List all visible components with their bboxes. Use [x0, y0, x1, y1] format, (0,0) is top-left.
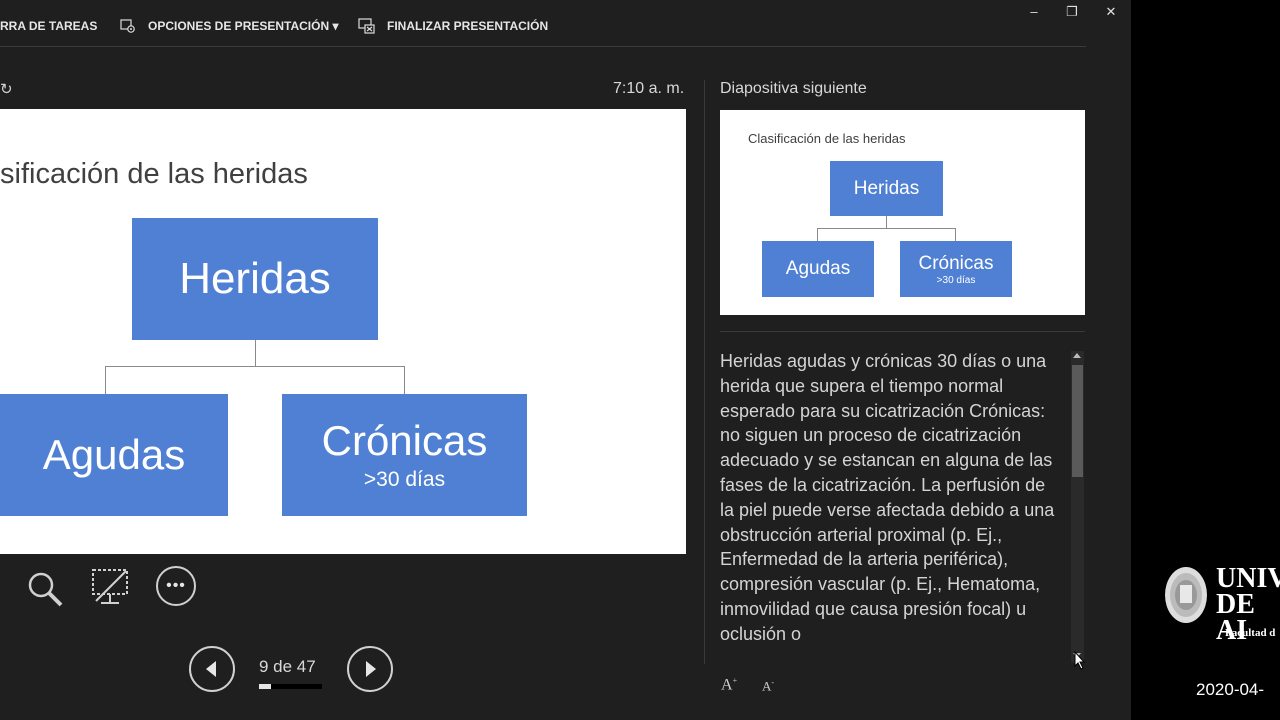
next-slide-preview[interactable]: Clasificación de las heridas Heridas Agu…: [720, 110, 1085, 315]
speaker-notes[interactable]: Heridas agudas y crónicas 30 días o una …: [720, 349, 1062, 662]
preview-child-agudas: Agudas: [762, 241, 874, 297]
connector: [404, 366, 405, 394]
preview-connector: [886, 216, 887, 228]
preview-child-label: Crónicas: [918, 252, 994, 274]
next-slide-header: Diapositiva siguiente: [720, 80, 867, 97]
scroll-up-arrow-icon[interactable]: [1073, 353, 1081, 358]
mouse-cursor-icon: [1074, 651, 1086, 670]
slide-counter: 9 de 47: [259, 657, 316, 676]
previous-arrow-icon: [206, 661, 216, 677]
child-node-label: Crónicas: [321, 417, 488, 464]
end-presentation-label: FINALIZAR PRESENTACIÓN: [387, 19, 549, 33]
faculty-label: Facultad d: [1225, 627, 1276, 639]
close-button[interactable]: ✕: [1097, 4, 1125, 22]
reset-timer-icon: ↻: [0, 81, 13, 98]
notes-scroll-thumb[interactable]: [1072, 365, 1083, 477]
black-screen-icon[interactable]: [90, 568, 130, 608]
child-node-sublabel: >30 días: [363, 468, 446, 491]
reset-timer-button[interactable]: ↻: [0, 80, 13, 98]
restore-icon: ❐: [1066, 4, 1078, 19]
preview-child-sublabel: >30 días: [936, 274, 976, 286]
previous-slide-button[interactable]: [189, 646, 235, 692]
close-icon: ✕: [1105, 4, 1117, 19]
minimize-button[interactable]: –: [1020, 4, 1048, 22]
toolbar-divider: [0, 46, 1086, 47]
child-node-cronicas: Crónicas >30 días: [282, 394, 527, 516]
side-band: UNIV DE AI Facultad d 2020-04-: [1131, 0, 1280, 720]
decrease-font-button[interactable]: A-: [762, 678, 774, 694]
preview-connector: [817, 228, 818, 241]
root-node-heridas: Heridas: [132, 218, 378, 340]
restore-button[interactable]: ❐: [1058, 4, 1086, 22]
preview-child-label: Agudas: [785, 258, 851, 279]
recording-date: 2020-04-: [1196, 680, 1265, 699]
preview-root-label: Heridas: [853, 177, 920, 199]
preview-root-node: Heridas: [830, 161, 943, 216]
slide-title: sificación de las heridas: [0, 158, 308, 190]
gear-icon: [120, 19, 135, 33]
taskbar-button[interactable]: RRA DE TAREAS: [0, 17, 97, 35]
root-node-label: Heridas: [179, 254, 331, 303]
slide-progress-bar: [259, 684, 322, 689]
zoom-icon[interactable]: [26, 570, 64, 608]
next-arrow-icon: [366, 661, 376, 677]
presentation-options-label: OPCIONES DE PRESENTACIÓN ▾: [148, 19, 339, 33]
child-node-agudas: Agudas: [0, 394, 228, 516]
taskbar-label: RRA DE TAREAS: [0, 19, 98, 33]
end-slideshow-icon: [358, 18, 375, 34]
child-node-label: Agudas: [42, 431, 186, 478]
connector: [105, 366, 405, 367]
notes-divider: [720, 331, 1085, 332]
decrease-font-icon: A: [762, 678, 772, 694]
current-slide: sificación de las heridas Heridas Agudas…: [0, 109, 686, 554]
minimize-icon: –: [1030, 4, 1038, 19]
end-presentation-button[interactable]: FINALIZAR PRESENTACIÓN: [358, 17, 548, 35]
preview-connector: [817, 228, 956, 229]
increase-font-button[interactable]: A+: [721, 676, 737, 694]
next-slide-button[interactable]: [347, 646, 393, 692]
panel-divider: [704, 80, 705, 664]
presentation-options-button[interactable]: OPCIONES DE PRESENTACIÓN ▾: [120, 17, 339, 35]
preview-connector: [955, 228, 956, 241]
connector: [105, 366, 106, 394]
clock: 7:10 a. m.: [613, 80, 685, 97]
preview-child-cronicas: Crónicas >30 días: [900, 241, 1012, 297]
connector: [255, 340, 256, 366]
slide-progress-fill: [259, 684, 271, 689]
increase-font-icon: A: [721, 676, 733, 694]
preview-title: Clasificación de las heridas: [748, 131, 906, 146]
university-seal-icon: [1165, 567, 1207, 623]
more-options-icon[interactable]: •••: [156, 566, 196, 606]
